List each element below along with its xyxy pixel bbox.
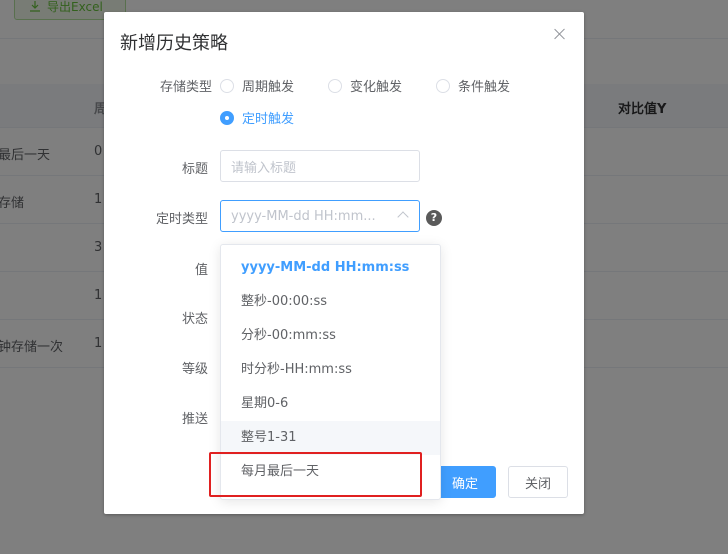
chevron-up-icon <box>397 211 409 223</box>
timer-type-label: 定时类型 <box>155 212 208 227</box>
title-placeholder: 请输入标题 <box>231 160 297 176</box>
close-button[interactable]: 关闭 <box>508 466 568 498</box>
storage-type-label: 存储类型 <box>159 80 212 95</box>
push-label: 推送 <box>181 412 208 427</box>
title-label: 标题 <box>181 162 208 177</box>
timer-type-select[interactable]: yyyy-MM-dd HH:mm... <box>220 200 420 232</box>
help-icon[interactable]: ? <box>426 210 442 226</box>
timer-type-value: yyyy-MM-dd HH:mm... <box>231 208 376 224</box>
value-label: 值 <box>194 263 208 278</box>
dropdown-option[interactable]: 整号1-31 <box>221 421 440 455</box>
dropdown-option[interactable]: 时分秒-HH:mm:ss <box>221 353 440 387</box>
radio-timed-trigger[interactable]: 定时触发 <box>220 108 294 127</box>
radio-label: 定时触发 <box>242 112 295 127</box>
status-label: 状态 <box>181 312 208 327</box>
radio-condition-trigger[interactable]: 条件触发 <box>436 76 510 95</box>
dropdown-option[interactable]: 分秒-00:mm:ss <box>221 319 440 353</box>
radio-label: 条件触发 <box>458 80 511 95</box>
level-label: 等级 <box>181 362 208 377</box>
highlight-annotation-box <box>209 452 422 497</box>
dropdown-option[interactable]: 整秒-00:00:ss <box>221 285 440 319</box>
radio-label: 周期触发 <box>242 80 295 95</box>
radio-circle <box>328 78 342 93</box>
confirm-button[interactable]: 确定 <box>434 466 496 498</box>
radio-circle <box>436 78 450 93</box>
radio-circle <box>220 78 234 93</box>
radio-circle-checked <box>220 110 234 125</box>
dropdown-option[interactable]: yyyy-MM-dd HH:mm:ss <box>221 251 440 285</box>
close-icon[interactable] <box>552 26 568 42</box>
title-input[interactable]: 请输入标题 <box>220 150 420 182</box>
dropdown-option[interactable]: 星期0-6 <box>221 387 440 421</box>
radio-periodic-trigger[interactable]: 周期触发 <box>220 76 294 95</box>
radio-label: 变化触发 <box>350 80 403 95</box>
dialog-title: 新增历史策略 <box>120 33 228 54</box>
radio-change-trigger[interactable]: 变化触发 <box>328 76 402 95</box>
